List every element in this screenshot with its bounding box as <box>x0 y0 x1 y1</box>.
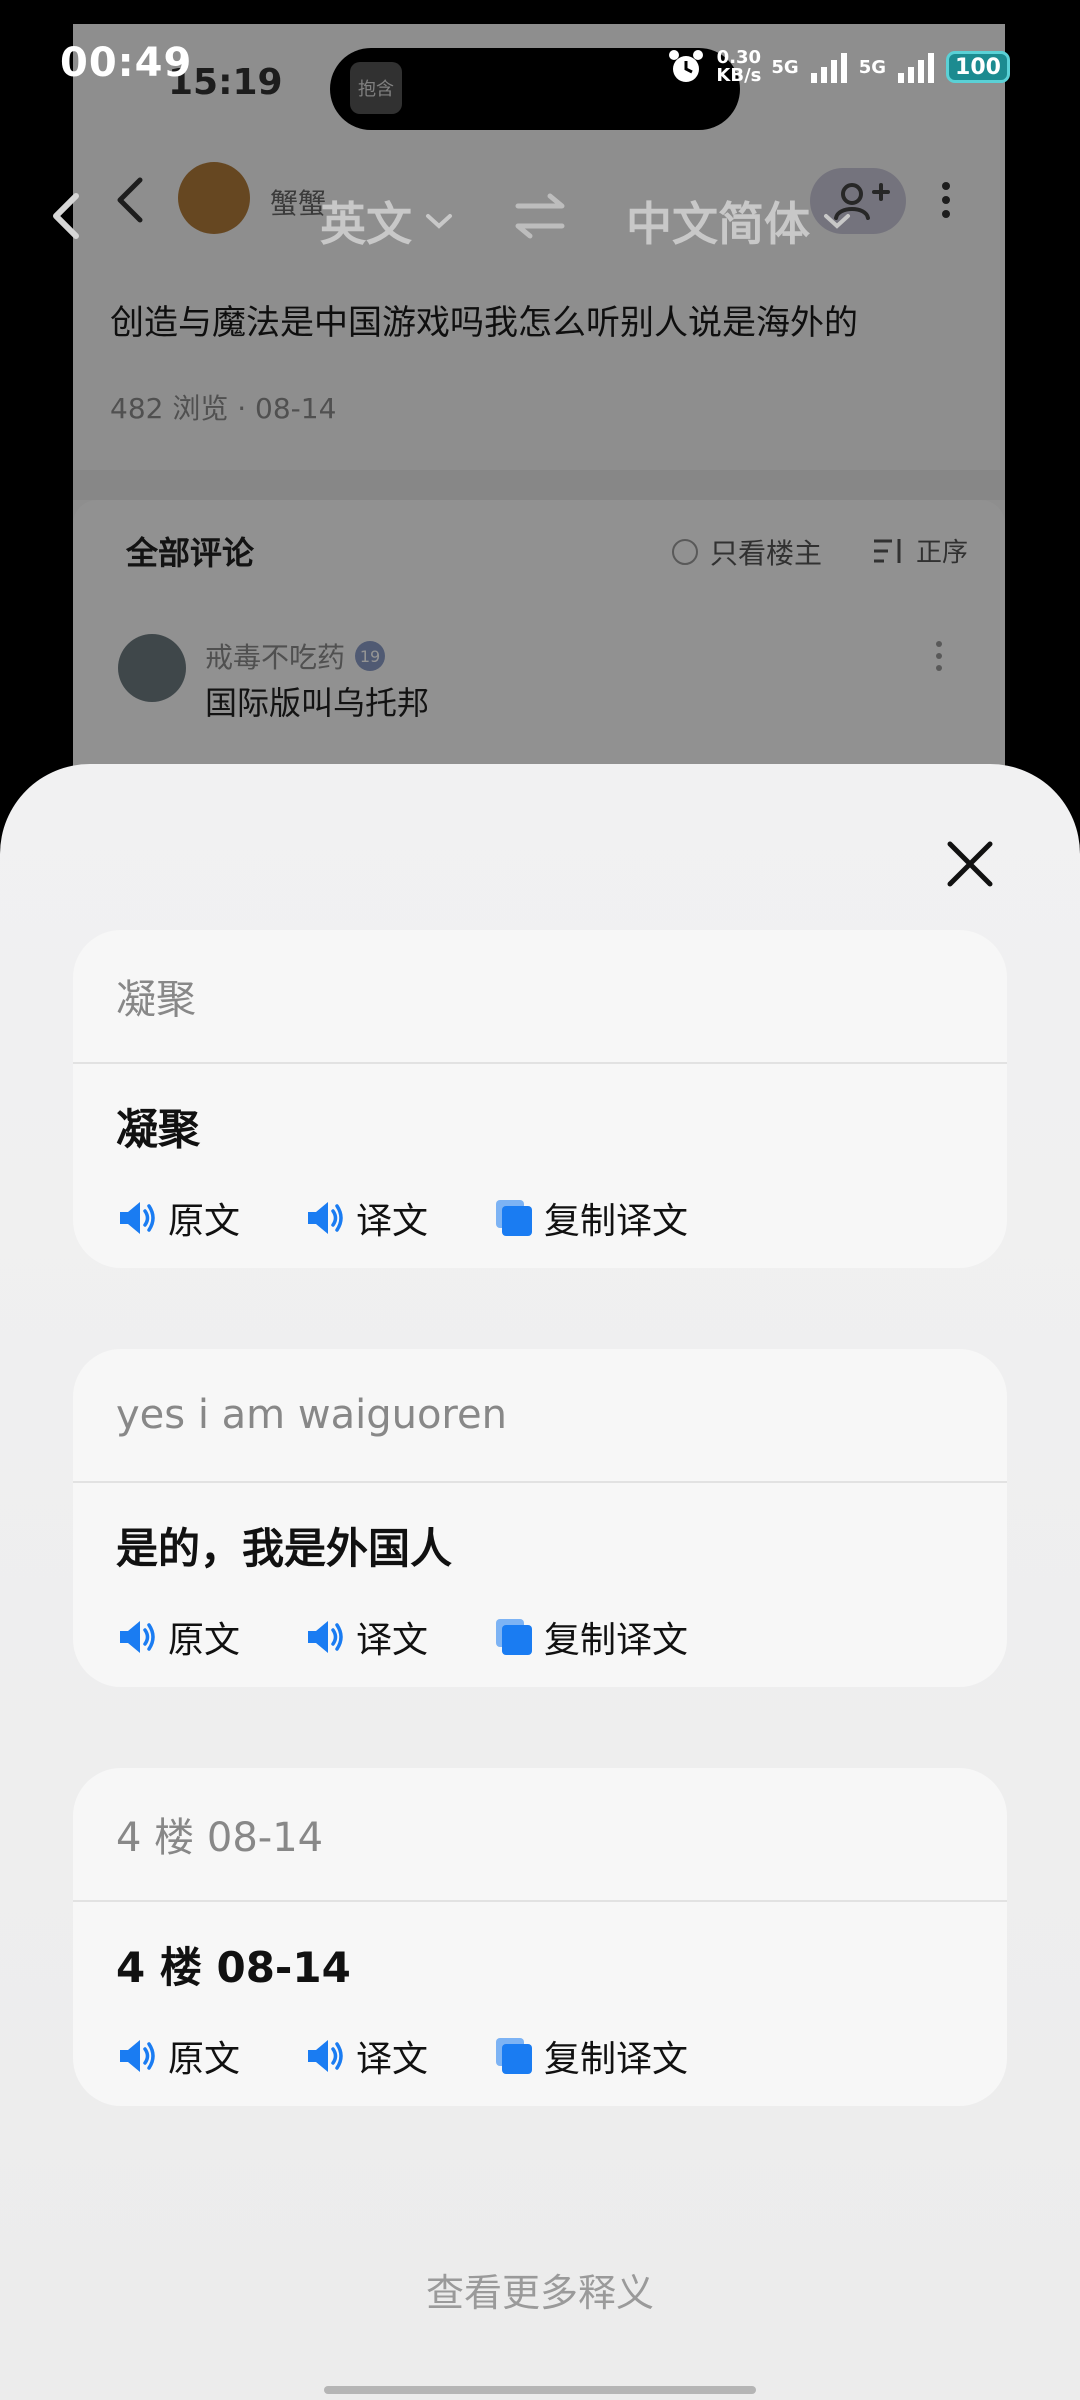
net-speed: 0.30 KB/s <box>716 49 761 85</box>
speaker-icon <box>120 1621 155 1653</box>
more-meanings-link[interactable]: 查看更多释义 <box>0 2262 1080 2317</box>
home-indicator[interactable] <box>324 2386 756 2394</box>
copy-icon <box>496 2038 533 2074</box>
speaker-icon <box>120 1202 155 1234</box>
status-icons: 0.30 KB/s 5G 5G 100 <box>666 44 1010 90</box>
source-text: yes i am waiguoren <box>73 1349 1007 1483</box>
close-icon[interactable] <box>940 834 1000 894</box>
status-time: 00:49 <box>60 40 193 86</box>
play-target-button[interactable]: 译文 <box>304 1611 428 1663</box>
source-text: 4 楼 08-14 <box>73 1768 1007 1902</box>
copy-translation-button[interactable]: 复制译文 <box>492 1192 688 1244</box>
copy-translation-label: 复制译文 <box>544 1620 689 1661</box>
card-actions: 原文 译文 复制译文 <box>73 1168 1007 1268</box>
signal-icon <box>810 53 847 83</box>
translated-text: 凝聚 <box>116 1105 201 1154</box>
translated-text: 是的，我是外国人 <box>116 1524 453 1573</box>
target-language-select[interactable]: 中文简体 <box>626 188 852 254</box>
play-source-label: 原文 <box>168 2039 241 2080</box>
copy-translation-button[interactable]: 复制译文 <box>492 1611 688 1663</box>
play-source-button[interactable]: 原文 <box>116 1611 240 1663</box>
play-target-label: 译文 <box>356 1201 429 1242</box>
source-text: 凝聚 <box>73 930 1007 1064</box>
copy-icon <box>496 1200 533 1236</box>
alarm-icon <box>669 50 704 82</box>
card-actions: 原文 译文 复制译文 <box>73 1587 1007 1687</box>
card-actions: 原文 译文 复制译文 <box>73 2006 1007 2106</box>
copy-icon <box>496 1619 533 1655</box>
play-target-label: 译文 <box>356 2039 429 2080</box>
speaker-icon <box>308 2040 343 2072</box>
translated-text: 4 楼 08-14 <box>116 1943 351 1992</box>
source-language-label: 英文 <box>320 197 412 251</box>
copy-translation-label: 复制译文 <box>544 2039 689 2080</box>
translation-card: yes i am waiguoren 是的，我是外国人 原文 译文 复制译文 <box>73 1349 1007 1687</box>
source-language-select[interactable]: 英文 <box>320 188 454 254</box>
battery-indicator: 100 <box>946 51 1010 83</box>
copy-translation-label: 复制译文 <box>544 1201 689 1242</box>
swap-languages-icon[interactable] <box>510 188 570 244</box>
target-language-label: 中文简体 <box>626 197 810 251</box>
chevron-down-icon <box>426 214 452 229</box>
play-source-button[interactable]: 原文 <box>116 1192 240 1244</box>
sim1-type: 5G <box>771 56 799 78</box>
back-icon[interactable] <box>48 188 84 244</box>
copy-translation-button[interactable]: 复制译文 <box>492 2030 688 2082</box>
signal-icon <box>898 53 934 83</box>
play-source-label: 原文 <box>168 1620 241 1661</box>
speaker-icon <box>308 1621 343 1653</box>
play-target-button[interactable]: 译文 <box>304 2030 428 2082</box>
net-speed-unit: KB/s <box>716 65 762 86</box>
speaker-icon <box>308 1202 343 1234</box>
play-source-button[interactable]: 原文 <box>116 2030 240 2082</box>
translation-card: 凝聚 凝聚 原文 译文 复制译文 <box>73 930 1007 1268</box>
play-target-button[interactable]: 译文 <box>304 1192 428 1244</box>
chevron-down-icon <box>824 214 850 229</box>
sim2-type: 5G <box>858 56 886 78</box>
play-source-label: 原文 <box>168 1201 241 1242</box>
translation-card: 4 楼 08-14 4 楼 08-14 原文 译文 复制译文 <box>73 1768 1007 2106</box>
play-target-label: 译文 <box>356 1620 429 1661</box>
speaker-icon <box>120 2040 155 2072</box>
